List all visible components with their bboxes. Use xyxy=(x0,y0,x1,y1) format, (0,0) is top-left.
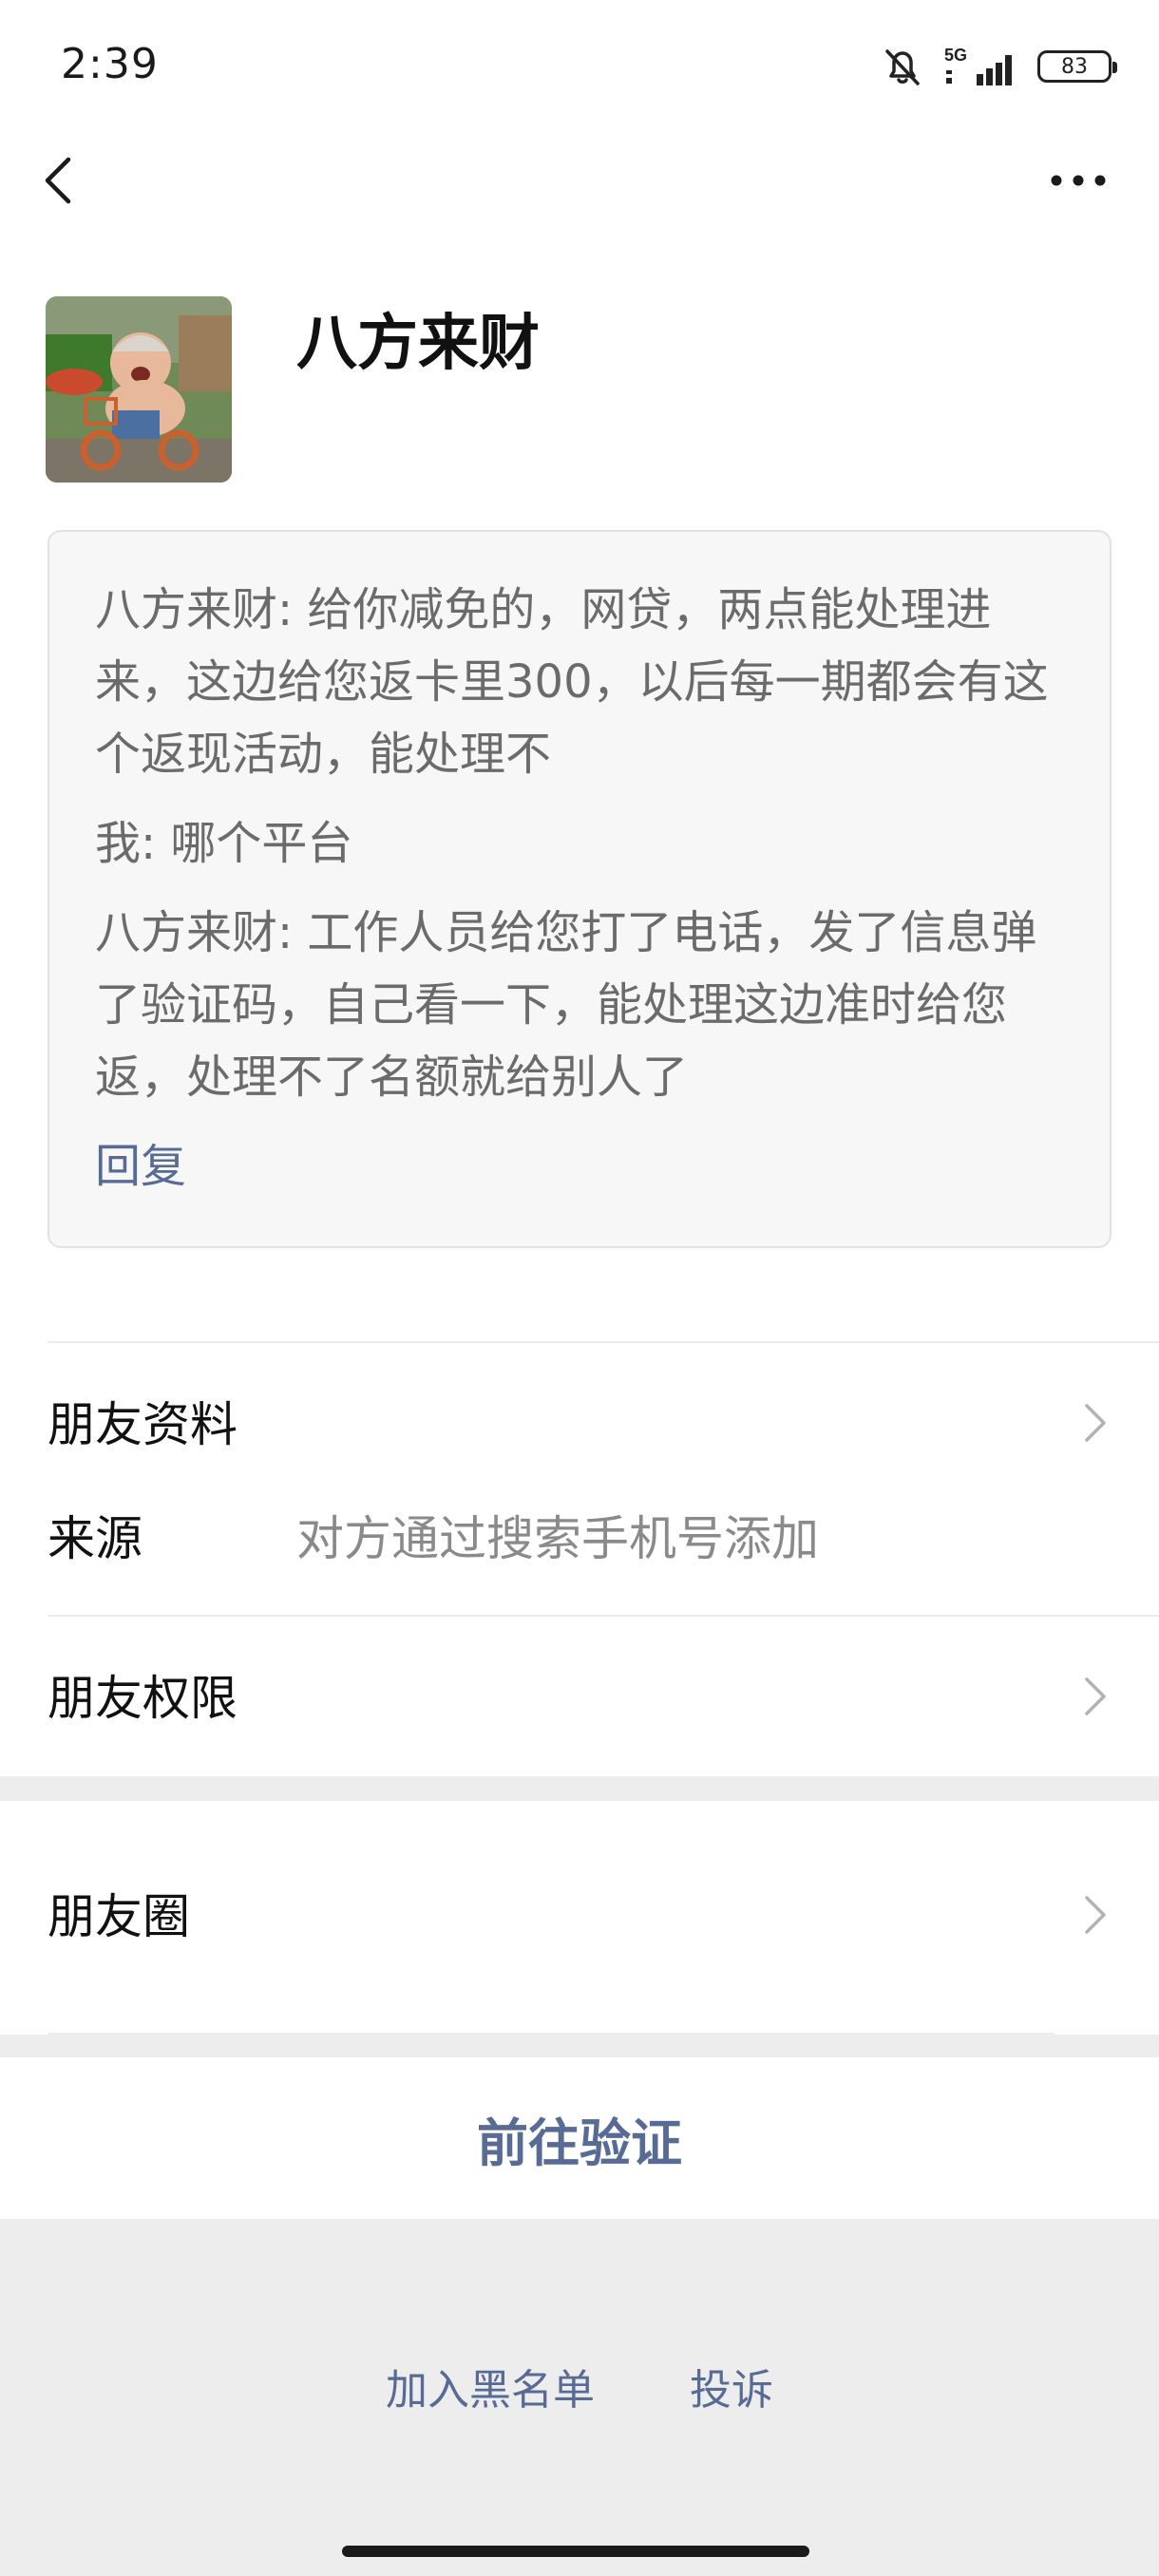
status-icons: 5G 83 xyxy=(880,40,1117,93)
chevron-right-icon xyxy=(1085,1404,1106,1442)
section-gap xyxy=(0,2035,1159,2057)
divider xyxy=(48,1341,1159,1343)
chevron-right-icon xyxy=(1085,1677,1106,1715)
more-button[interactable] xyxy=(1045,161,1112,199)
battery-icon: 83 xyxy=(1037,50,1117,83)
friend-info-label: 朋友资料 xyxy=(48,1397,238,1452)
go-verify-button[interactable]: 前往验证 xyxy=(0,2057,1159,2219)
network-type: 5G xyxy=(944,46,967,65)
avatar-image xyxy=(46,296,232,483)
mute-bell-icon xyxy=(885,49,920,85)
chevron-left-icon xyxy=(45,157,71,204)
section-gap xyxy=(0,1776,1159,1801)
verification-message-card: 八方来财: 给你减免的，网贷，两点能处理进来，这边给您返卡里300，以后每一期都… xyxy=(48,530,1112,1248)
moments-row[interactable]: 朋友圈 xyxy=(0,1801,1159,2033)
battery-level: 83 xyxy=(1061,54,1088,79)
reply-link[interactable]: 回复 xyxy=(95,1130,1064,1203)
signal-5g-icon: 5G xyxy=(944,46,1012,85)
friend-permissions-row[interactable]: 朋友权限 xyxy=(0,1619,1159,1774)
moments-label: 朋友圈 xyxy=(48,1889,190,1944)
friend-info-row[interactable]: 朋友资料 xyxy=(0,1349,1159,1501)
add-to-blacklist-link[interactable]: 加入黑名单 xyxy=(386,2356,595,2416)
source-label: 来源 xyxy=(48,1511,142,1566)
avatar[interactable] xyxy=(46,296,232,483)
footer-links: 加入黑名单 投诉 xyxy=(0,2356,1159,2416)
home-indicator[interactable] xyxy=(342,2546,809,2557)
report-link[interactable]: 投诉 xyxy=(690,2356,773,2416)
message-line: 我: 哪个平台 xyxy=(95,817,353,870)
message-line: 八方来财: 给你减免的，网贷，两点能处理进来，这边给您返卡里300，以后每一期都… xyxy=(95,583,1049,781)
friend-permissions-label: 朋友权限 xyxy=(48,1671,238,1726)
more-dots-icon xyxy=(1051,175,1106,186)
chevron-right-icon xyxy=(1085,1896,1106,1934)
display-name: 八方来财 xyxy=(296,309,540,379)
status-time: 2:39 xyxy=(61,40,159,88)
divider xyxy=(48,1615,1159,1617)
message-line: 八方来财: 工作人员给您打了电话，发了信息弹了验证码，自己看一下，能处理这边准时… xyxy=(95,906,1037,1104)
back-button[interactable] xyxy=(32,152,89,209)
source-value: 对方通过搜索手机号添加 xyxy=(296,1511,819,1566)
